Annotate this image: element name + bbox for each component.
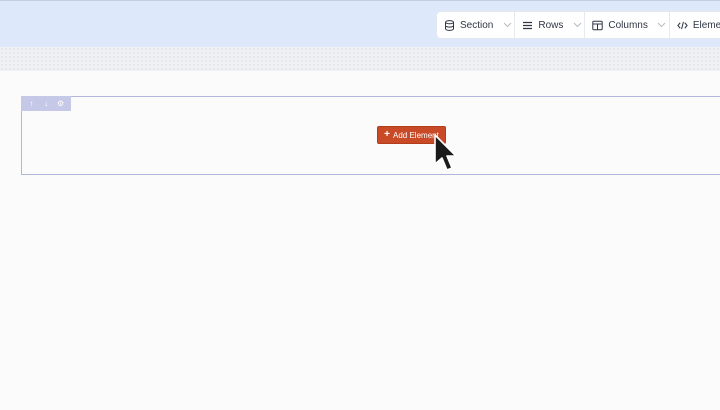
toolbar-rows-label: Rows — [538, 19, 564, 31]
toolbar-elements-label: Elements — [692, 19, 720, 31]
arrow-up-icon[interactable]: ↑ — [25, 99, 37, 108]
chevron-down-icon — [570, 22, 584, 28]
bars-icon — [522, 20, 533, 31]
builder-section[interactable] — [21, 96, 720, 175]
chevron-down-icon — [500, 22, 514, 28]
code-icon — [677, 20, 688, 31]
toolbar-elements-button[interactable]: Elements — [670, 12, 720, 38]
plus-icon: + — [384, 129, 391, 140]
columns-layout-icon — [592, 20, 604, 31]
gear-icon[interactable]: ⚙ — [55, 99, 67, 108]
chevron-down-icon — [655, 22, 669, 28]
canvas-top-pattern — [0, 47, 720, 71]
arrow-down-icon[interactable]: ↓ — [40, 99, 52, 108]
toolbar-columns-button[interactable]: Columns — [585, 12, 670, 38]
toolbar-section-label: Section — [460, 19, 494, 31]
builder-top-bar: Section Rows Columns Eleme — [0, 0, 720, 47]
toolbar-rows-button[interactable]: Rows — [515, 12, 586, 38]
database-icon — [444, 19, 455, 31]
toolbar-section-button[interactable]: Section — [437, 12, 516, 38]
mouse-pointer-icon — [434, 134, 457, 171]
section-toolbar: ↑ ↓ ⚙ — [21, 96, 71, 111]
builder-toolbar: Section Rows Columns Eleme — [437, 12, 720, 38]
toolbar-columns-label: Columns — [608, 19, 648, 31]
